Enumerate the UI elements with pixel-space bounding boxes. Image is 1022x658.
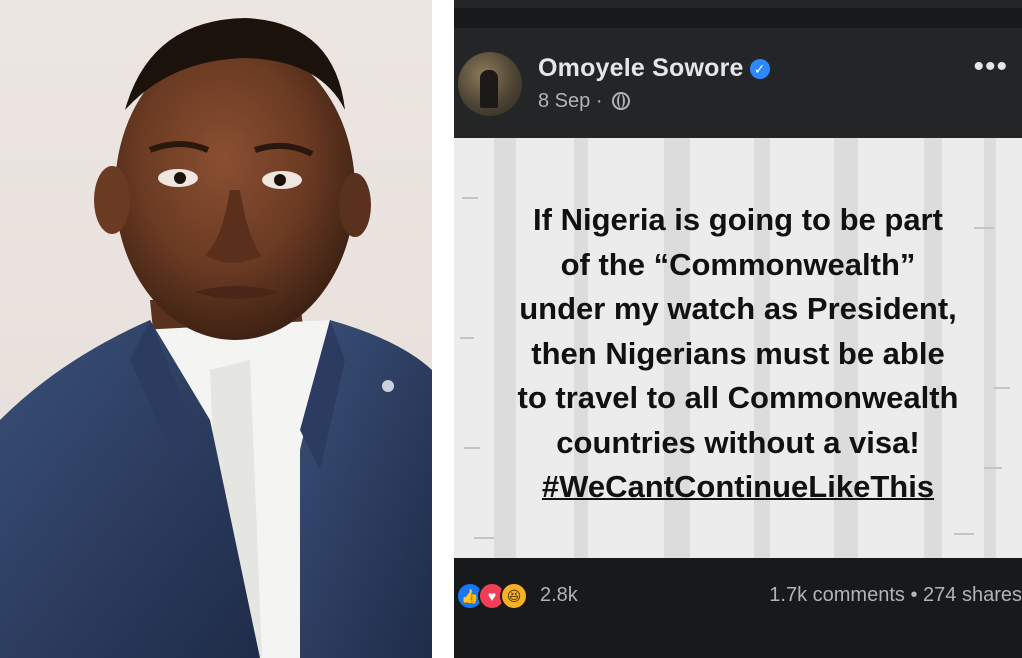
post-footer: 👍 ♥ 😆 2.8k 1.7k comments • 274 shares [454, 558, 1022, 658]
post-text: If Nigeria is going to be part of the “C… [454, 198, 1022, 510]
post-text-line: to travel to all Commonwealth [517, 380, 959, 415]
hashtag-link[interactable]: #WeCantContinueLikeThis [454, 465, 1022, 510]
post-date[interactable]: 8 Sep [538, 90, 590, 112]
post-text-line: then Nigerians must be able [531, 335, 945, 371]
post-text-line: countries without a visa! [556, 424, 920, 460]
top-bar [454, 0, 1022, 8]
portrait-illustration [0, 18, 432, 658]
meta-separator: · [595, 90, 603, 112]
author-name-text: Omoyele Sowore [538, 54, 744, 82]
globe-icon [612, 92, 631, 110]
author-name[interactable]: Omoyele Sowore ✓ [538, 54, 770, 83]
post-text-line: under my watch as President, [519, 291, 957, 326]
engagement-stats: 1.7k comments • 274 shares [769, 584, 1022, 607]
stats-separator: • [910, 584, 918, 606]
verified-badge-icon: ✓ [749, 59, 770, 79]
post-text-line: of the “Commonwealth” [560, 246, 916, 282]
author-avatar[interactable] [458, 52, 522, 116]
post-header: Omoyele Sowore ✓ 8 Sep · ••• [454, 28, 1022, 138]
post-text-line: If Nigeria is going to be part [533, 202, 943, 237]
avatar-figure [480, 70, 498, 108]
more-options-icon[interactable]: ••• [973, 50, 1008, 84]
post-image-card[interactable]: If Nigeria is going to be part of the “C… [454, 138, 1022, 558]
post-meta: 8 Sep · [538, 90, 631, 113]
reaction-count[interactable]: 2.8k [540, 584, 578, 607]
comments-count[interactable]: 1.7k comments [769, 584, 905, 606]
shares-count[interactable]: 274 shares [923, 584, 1022, 606]
portrait-photo [0, 0, 432, 658]
social-post: Omoyele Sowore ✓ 8 Sep · ••• If Nigeria … [454, 0, 1022, 658]
haha-icon: 😆 [500, 582, 528, 610]
